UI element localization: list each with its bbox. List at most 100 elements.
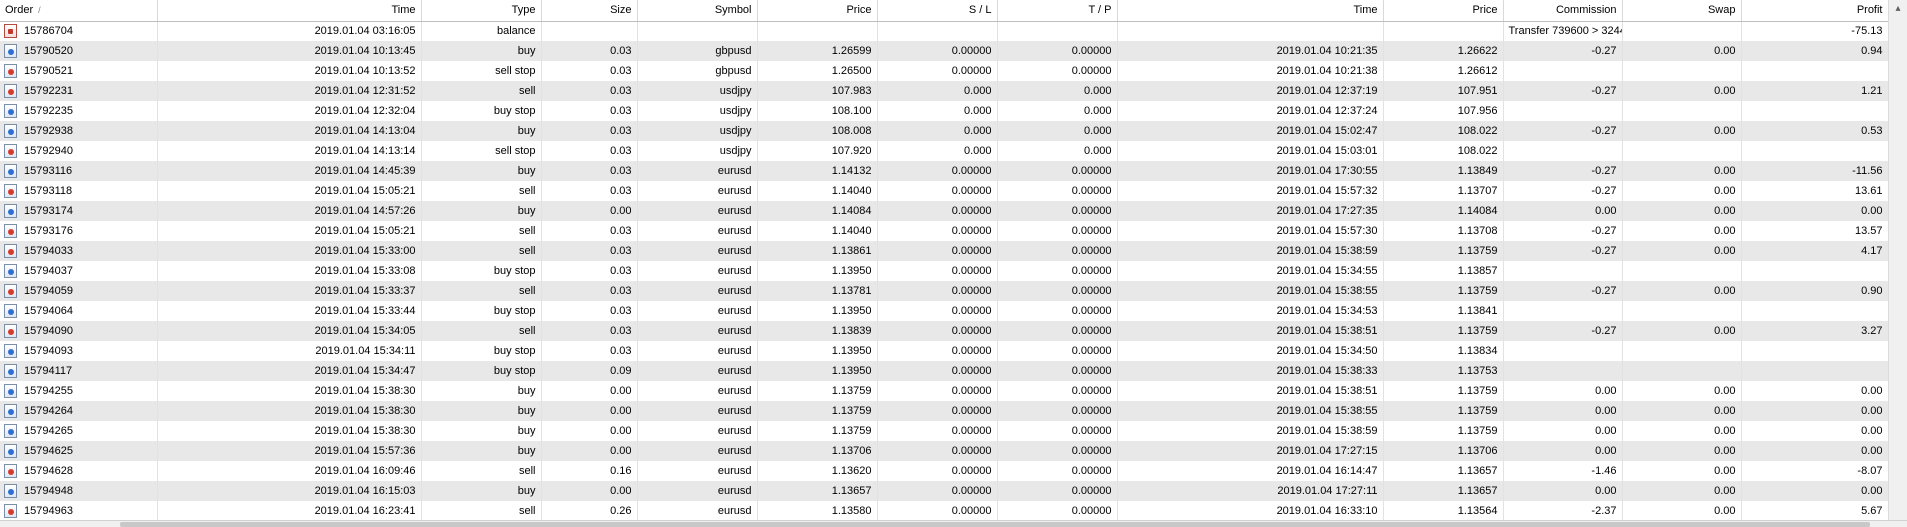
cell-commission (1503, 141, 1623, 161)
cell-text: 15792235 (24, 104, 73, 117)
cell-text: eurusd (717, 225, 752, 237)
cell-text: eurusd (717, 365, 752, 377)
cell-text: 0.00000 (951, 205, 992, 217)
table-row[interactable]: 15793118 2019.01.04 15:05:21 sell 0.03 eurus… (0, 181, 1888, 201)
column-header-close-price[interactable]: Price (1383, 0, 1504, 22)
cell-order: 15793116 (0, 161, 158, 181)
cell-type: buy stop (421, 341, 542, 361)
column-header-order[interactable]: Order / (0, 0, 158, 22)
column-header-take-profit[interactable]: T / P (997, 0, 1118, 22)
cell-symbol: eurusd (637, 501, 758, 520)
cell-commission (1503, 341, 1623, 361)
column-header-type[interactable]: Type (421, 0, 542, 22)
cell-take-profit: 0.00000 (997, 261, 1118, 281)
cell-close-price: 1.26612 (1383, 61, 1504, 81)
cell-text: 0.00000 (1071, 305, 1112, 317)
cell-profit: 0.00 (1741, 481, 1888, 501)
cell-text: 15794264 (24, 404, 73, 417)
column-header-size[interactable]: Size (541, 0, 638, 22)
column-header-symbol[interactable]: Symbol (637, 0, 758, 22)
cell-text: 1.13861 (831, 245, 872, 257)
cell-text: 0.03 (610, 345, 632, 357)
cell-open-time: 2019.01.04 15:33:37 (157, 281, 422, 301)
cell-text: 2019.01.04 15:34:50 (1276, 345, 1378, 357)
table-row[interactable]: 15794090 2019.01.04 15:34:05 sell 0.03 eurus… (0, 321, 1888, 341)
cell-text: 2019.01.04 15:34:05 (314, 325, 416, 337)
cell-profit (1741, 301, 1888, 321)
table-row[interactable]: 15794255 2019.01.04 15:38:30 buy 0.00 eurusd… (0, 381, 1888, 401)
table-row[interactable]: 15794064 2019.01.04 15:33:44 buy stop 0.03 e… (0, 301, 1888, 321)
cell-close-time: 2019.01.04 15:38:59 (1117, 421, 1384, 441)
cell-close-time: 2019.01.04 15:38:55 (1117, 401, 1384, 421)
table-row[interactable]: 15794037 2019.01.04 15:33:08 buy stop 0.03 e… (0, 261, 1888, 281)
cell-size: 0.03 (541, 81, 638, 101)
cell-text: gbpusd (715, 65, 752, 77)
table-row[interactable]: 15792938 2019.01.04 14:13:04 buy 0.03 usdjpy… (0, 121, 1888, 141)
table-row[interactable]: 15790521 2019.01.04 10:13:52 sell stop 0.03… (0, 61, 1888, 81)
cell-open-time: 2019.01.04 14:57:26 (157, 201, 422, 221)
cell-text: 0.00 (1714, 245, 1736, 257)
cell-text: -2.37 (1591, 505, 1617, 517)
table-row[interactable]: 15794059 2019.01.04 15:33:37 sell 0.03 eurus… (0, 281, 1888, 301)
scroll-up-arrow-icon[interactable]: ▴ (1889, 0, 1907, 17)
table-row[interactable]: 15793116 2019.01.04 14:45:39 buy 0.03 eurusd… (0, 161, 1888, 181)
column-header-swap[interactable]: Swap (1622, 0, 1742, 22)
table-row[interactable]: 15794264 2019.01.04 15:38:30 buy 0.00 eurusd… (0, 401, 1888, 421)
cell-swap (1622, 261, 1742, 281)
table-row[interactable]: 15792235 2019.01.04 12:32:04 buy stop 0.03 u… (0, 101, 1888, 121)
table-row[interactable]: 15794628 2019.01.04 16:09:46 sell 0.16 eurus… (0, 461, 1888, 481)
cell-text: 15794064 (24, 304, 73, 317)
cell-close-price: 1.13564 (1383, 501, 1504, 520)
cell-commission: -2.37 (1503, 501, 1623, 520)
column-header-profit[interactable]: Profit (1741, 0, 1888, 22)
cell-text: 0.000 (963, 105, 992, 117)
cell-stop-loss: 0.00000 (877, 181, 998, 201)
table-row[interactable]: 15792940 2019.01.04 14:13:14 sell stop 0.03… (0, 141, 1888, 161)
horizontal-scroll-thumb[interactable] (120, 522, 1870, 527)
cell-take-profit: 0.00000 (997, 281, 1118, 301)
cell-swap: 0.00 (1622, 241, 1742, 261)
table-row[interactable]: 15794625 2019.01.04 15:57:36 buy 0.00 eurusd… (0, 441, 1888, 461)
cell-text: eurusd (717, 405, 752, 417)
cell-text: sell (518, 85, 536, 97)
table-row[interactable]: 15794948 2019.01.04 16:15:03 buy 0.00 eurusd… (0, 481, 1888, 501)
table-row[interactable]: 15794963 2019.01.04 16:23:41 sell 0.26 eurus… (0, 501, 1888, 520)
cell-text: buy (517, 445, 536, 457)
table-row[interactable]: 15794265 2019.01.04 15:38:30 buy 0.00 eurusd… (0, 421, 1888, 441)
cell-stop-loss: 0.00000 (877, 161, 998, 181)
table-row[interactable]: 15790520 2019.01.04 10:13:45 buy 0.03 gbpusd… (0, 41, 1888, 61)
table-row[interactable]: 15794093 2019.01.04 15:34:11 buy stop 0.03 e… (0, 341, 1888, 361)
vertical-scrollbar[interactable]: ▴ (1888, 0, 1907, 520)
cell-take-profit: 0.00000 (997, 161, 1118, 181)
table-row[interactable]: 15794117 2019.01.04 15:34:47 buy stop 0.09 e… (0, 361, 1888, 381)
column-header-open-time[interactable]: Time (157, 0, 422, 22)
table-row[interactable]: 15793174 2019.01.04 14:57:26 buy 0.00 eurusd… (0, 201, 1888, 221)
cell-stop-loss: 0.00000 (877, 421, 998, 441)
table-row[interactable]: 15794033 2019.01.04 15:33:00 sell 0.03 eurus… (0, 241, 1888, 261)
cell-text: 0.00000 (951, 165, 992, 177)
cell-open-price: 1.13839 (757, 321, 878, 341)
cell-close-price: 1.13834 (1383, 341, 1504, 361)
column-header-stop-loss[interactable]: S / L (877, 0, 998, 22)
table-row[interactable]: 15792231 2019.01.04 12:31:52 sell 0.03 usdjp… (0, 81, 1888, 101)
table-row[interactable]: 15786704 2019.01.04 03:16:05 balance Transf… (0, 21, 1888, 41)
table-row[interactable]: 15793176 2019.01.04 15:05:21 sell 0.03 eurus… (0, 221, 1888, 241)
cell-text: -0.27 (1591, 45, 1617, 57)
cell-text: 2019.01.04 15:05:21 (314, 225, 416, 237)
cell-take-profit: 0.00000 (997, 441, 1118, 461)
cell-text: 0.00 (1714, 505, 1736, 517)
column-header-open-price[interactable]: Price (757, 0, 878, 22)
horizontal-scrollbar[interactable] (0, 520, 1907, 527)
column-header-close-time[interactable]: Time (1117, 0, 1384, 22)
cell-stop-loss: 0.00000 (877, 501, 998, 520)
cell-text: sell (518, 285, 536, 297)
cell-open-price: 1.13620 (757, 461, 878, 481)
cell-symbol: eurusd (637, 201, 758, 221)
column-header-commission[interactable]: Commission (1503, 0, 1623, 22)
column-header-label: Time (391, 4, 416, 17)
cell-order: 15794033 (0, 241, 158, 261)
cell-text: 0.00000 (1071, 245, 1112, 257)
cell-text: 0.00000 (951, 365, 992, 377)
cell-take-profit: 0.00000 (997, 501, 1118, 520)
cell-text: 0.00000 (951, 185, 992, 197)
